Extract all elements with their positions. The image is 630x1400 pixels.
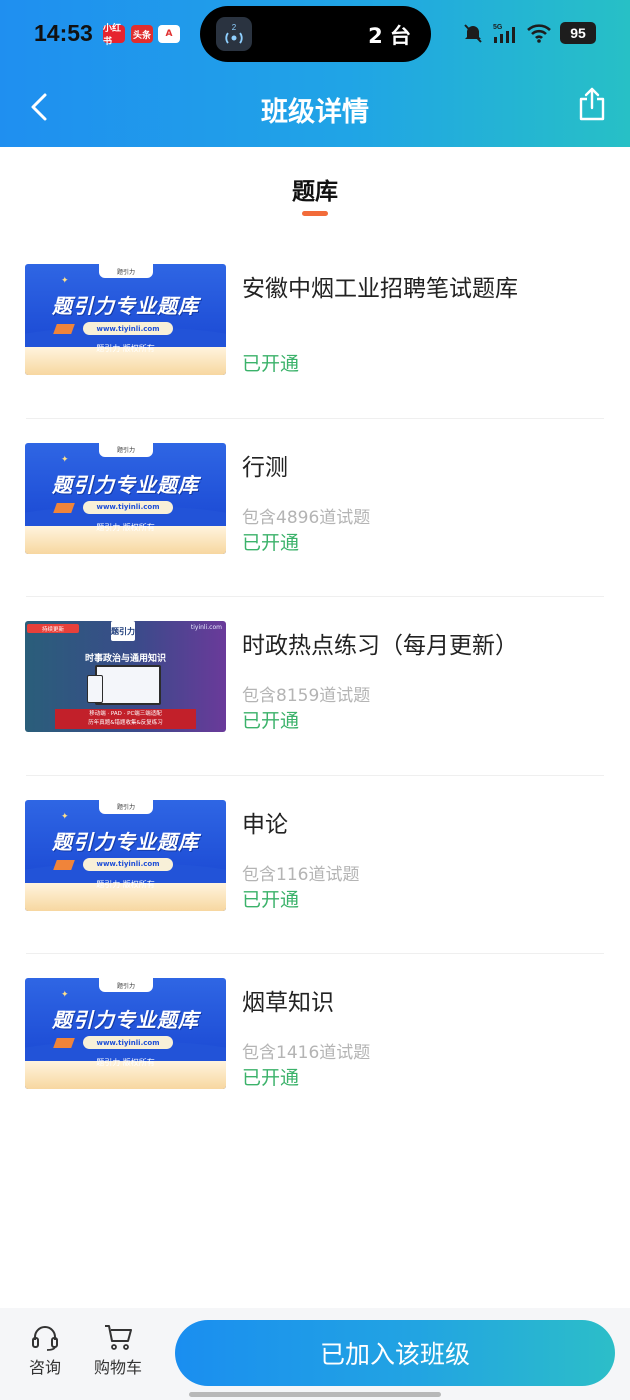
thumb-url: www.tiyinli.com bbox=[83, 857, 173, 871]
book-icon bbox=[53, 1038, 75, 1048]
thumb-brand-tag: 题引力 bbox=[99, 978, 153, 992]
thumb-copyright: 题引力 版权所有 bbox=[96, 344, 155, 353]
nav-bar: 班级详情 bbox=[0, 68, 630, 147]
tab-active-indicator bbox=[302, 211, 328, 216]
dynamic-island[interactable]: 2 2 台 bbox=[200, 6, 431, 62]
share-button[interactable] bbox=[576, 86, 608, 122]
item-thumbnail: 题引力 ✦ 题引力专业题库 www.tiyinli.com 题引力 版权所有 bbox=[25, 799, 226, 911]
thumb-headline: 题引力专业题库 bbox=[52, 472, 199, 497]
thumb-brand-tag: 题引力 bbox=[99, 442, 153, 457]
list-item[interactable]: 题引力 ✦ 题引力专业题库 www.tiyinli.com 题引力 版权所有 行… bbox=[0, 419, 630, 597]
phone-icon bbox=[87, 675, 103, 703]
xiaohongshu-app-icon: 小红书 bbox=[103, 24, 125, 47]
island-device-count: 2 台 bbox=[368, 24, 411, 48]
status-time: 14:53 bbox=[34, 20, 93, 46]
star-icon: ✦ bbox=[61, 276, 69, 286]
thumb-brand-tag: 题引力 bbox=[99, 264, 153, 278]
thumb-corner-tag: 持续更新 bbox=[27, 624, 79, 633]
item-status: 已开通 bbox=[242, 531, 300, 554]
thumb-brand-tag: 题引力 bbox=[99, 799, 153, 814]
item-title: 时政热点练习（每月更新） bbox=[242, 633, 518, 659]
thumb-subject: 时事政治与通用知识 bbox=[84, 654, 166, 664]
thumb-copyright: 题引力 版权所有 bbox=[96, 879, 155, 889]
thumb-headline: 题引力专业题库 bbox=[52, 1008, 199, 1032]
thumb-copyright: 题引力 版权所有 bbox=[96, 1058, 155, 1067]
headset-icon bbox=[32, 1326, 58, 1351]
cart-button[interactable]: 购物车 bbox=[92, 1322, 144, 1378]
list-item[interactable]: 题引力 ✦ 题引力专业题库 www.tiyinli.com 题引力 版权所有 申… bbox=[0, 776, 630, 954]
star-icon: ✦ bbox=[61, 990, 69, 1000]
item-status: 已开通 bbox=[242, 888, 300, 911]
shopping-cart-icon bbox=[105, 1325, 132, 1350]
thumb-footer-line2: 历年真题&错题收集&反复练习 bbox=[88, 720, 163, 726]
tab-question-bank[interactable]: 题库 bbox=[0, 172, 630, 206]
cart-label: 购物车 bbox=[93, 1358, 142, 1377]
item-title: 行测 bbox=[242, 454, 288, 481]
item-status: 已开通 bbox=[242, 353, 300, 375]
item-thumbnail: 题引力 ✦ 题引力专业题库 www.tiyinli.com 题引力 版权所有 bbox=[25, 978, 226, 1089]
thumb-url: www.tiyinli.com bbox=[83, 322, 173, 335]
item-question-count: 包含4896道试题 bbox=[242, 507, 371, 528]
status-icons: 5G 95 bbox=[462, 22, 596, 44]
status-bar: 14:53 小红书 头条 A 2 2 台 5G 95 bbox=[0, 0, 630, 68]
list-item[interactable]: 题引力 ✦ 题引力专业题库 www.tiyinli.com 题引力 版权所有 烟… bbox=[0, 954, 630, 1133]
item-thumbnail: 题引力 ✦ 题引力专业题库 www.tiyinli.com 题引力 版权所有 bbox=[25, 264, 226, 375]
item-title: 安徽中烟工业招聘笔试题库 bbox=[242, 276, 518, 302]
book-icon bbox=[53, 859, 75, 870]
mute-bell-icon bbox=[464, 24, 482, 43]
item-thumbnail: 题引力 ✦ 题引力专业题库 www.tiyinli.com 题引力 版权所有 bbox=[25, 442, 226, 554]
cast-icon: 2 bbox=[216, 17, 252, 51]
star-icon: ✦ bbox=[61, 454, 69, 465]
home-indicator[interactable] bbox=[189, 1392, 441, 1397]
page-title: 班级详情 bbox=[261, 97, 369, 128]
signal-icon: 5G bbox=[493, 24, 515, 43]
thumb-footer: 移动端 · PAD · PC端三端适配 历年真题&错题收集&反复练习 bbox=[55, 709, 196, 729]
item-question-count: 包含116道试题 bbox=[242, 864, 360, 885]
joined-class-button[interactable]: 已加入该班级 bbox=[175, 1320, 615, 1386]
book-icon bbox=[53, 502, 75, 513]
thumb-site: tiyinli.com bbox=[190, 624, 222, 631]
battery-indicator: 95 bbox=[560, 22, 596, 44]
thumb-footer-line1: 移动端 · PAD · PC端三端适配 bbox=[89, 711, 162, 717]
thumb-copyright: 题引力 版权所有 bbox=[96, 522, 155, 532]
item-title: 申论 bbox=[242, 811, 288, 838]
question-bank-list: 题引力 ✦ 题引力专业题库 www.tiyinli.com 题引力 版权所有 安… bbox=[0, 240, 630, 1133]
list-item[interactable]: 题引力 ✦ 题引力专业题库 www.tiyinli.com 题引力 版权所有 安… bbox=[0, 240, 630, 419]
item-status: 已开通 bbox=[242, 1067, 300, 1089]
star-icon: ✦ bbox=[61, 811, 69, 822]
item-title: 烟草知识 bbox=[242, 990, 334, 1016]
bottom-action-bar: 咨询 购物车 已加入该班级 bbox=[0, 1308, 630, 1400]
item-status: 已开通 bbox=[242, 710, 300, 732]
item-question-count: 包含1416道试题 bbox=[242, 1043, 371, 1063]
thumb-logo: 题引力 bbox=[111, 621, 135, 641]
consult-button[interactable]: 咨询 bbox=[19, 1322, 71, 1378]
toutiao-app-icon: 头条 bbox=[131, 25, 153, 43]
consult-label: 咨询 bbox=[28, 1358, 61, 1377]
a-app-icon: A bbox=[158, 25, 180, 43]
thumb-headline: 题引力专业题库 bbox=[52, 829, 199, 854]
item-thumbnail: 持续更新 题引力 tiyinli.com 时事政治与通用知识 移动端 · PAD… bbox=[25, 621, 226, 732]
item-question-count: 包含8159道试题 bbox=[242, 686, 371, 706]
list-item[interactable]: 持续更新 题引力 tiyinli.com 时事政治与通用知识 移动端 · PAD… bbox=[0, 597, 630, 776]
wifi-icon bbox=[527, 24, 551, 43]
share-icon bbox=[579, 87, 605, 121]
header: 14:53 小红书 头条 A 2 2 台 5G 95 班级详情 bbox=[0, 0, 630, 147]
cast-badge-number: 2 bbox=[232, 23, 237, 32]
thumb-url: www.tiyinli.com bbox=[83, 1036, 173, 1049]
network-type: 5G bbox=[493, 24, 503, 31]
laptop-icon bbox=[95, 665, 161, 705]
thumb-headline: 题引力专业题库 bbox=[52, 294, 199, 318]
book-icon bbox=[53, 324, 75, 334]
thumb-url: www.tiyinli.com bbox=[83, 500, 173, 514]
